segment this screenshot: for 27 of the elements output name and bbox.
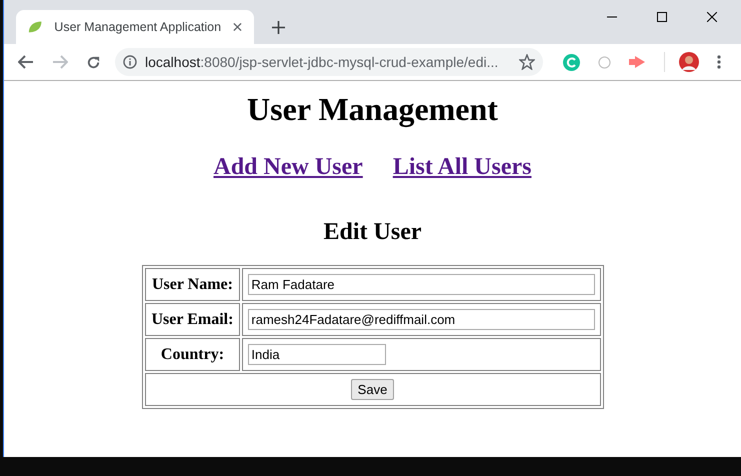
info-icon xyxy=(123,55,137,69)
field-label: Country: xyxy=(144,338,240,371)
play-arrow-icon[interactable] xyxy=(629,56,646,68)
tab-title: User Management Application xyxy=(54,18,222,36)
new-tab-icon[interactable] xyxy=(272,21,285,34)
field-label: User Email: xyxy=(144,303,240,336)
avatar-icon[interactable] xyxy=(679,52,699,72)
field-label: User Name: xyxy=(144,268,240,301)
maximize-icon[interactable] xyxy=(657,12,667,22)
save-button[interactable]: Save xyxy=(350,378,394,400)
browser-tab[interactable]: User Management Application xyxy=(16,10,254,44)
nav-link[interactable]: Add New User xyxy=(214,149,363,185)
back-icon[interactable] xyxy=(18,55,34,69)
reload-icon[interactable] xyxy=(86,54,101,70)
form-title: Edit User xyxy=(324,218,422,247)
text-field[interactable]: Ram Fadatare xyxy=(248,274,594,294)
menu-icon[interactable] xyxy=(717,55,721,69)
text-field[interactable]: ramesh24Fadatare@rediffmail.com xyxy=(248,308,594,330)
leaf-icon xyxy=(28,20,42,34)
url-text: localhost:8080/jsp-servlet-jdbc-mysql-crud-example/edi... xyxy=(145,52,500,72)
star-icon[interactable] xyxy=(519,54,535,70)
nav-link[interactable]: List All Users xyxy=(392,149,532,185)
text-field[interactable]: India xyxy=(248,344,386,364)
address-bar[interactable]: localhost:8080/jsp-servlet-jdbc-mysql-crud-example/edi... xyxy=(115,48,543,76)
close-window-icon[interactable] xyxy=(707,12,717,22)
close-icon[interactable] xyxy=(233,22,242,32)
page-heading: User Management xyxy=(247,90,498,129)
